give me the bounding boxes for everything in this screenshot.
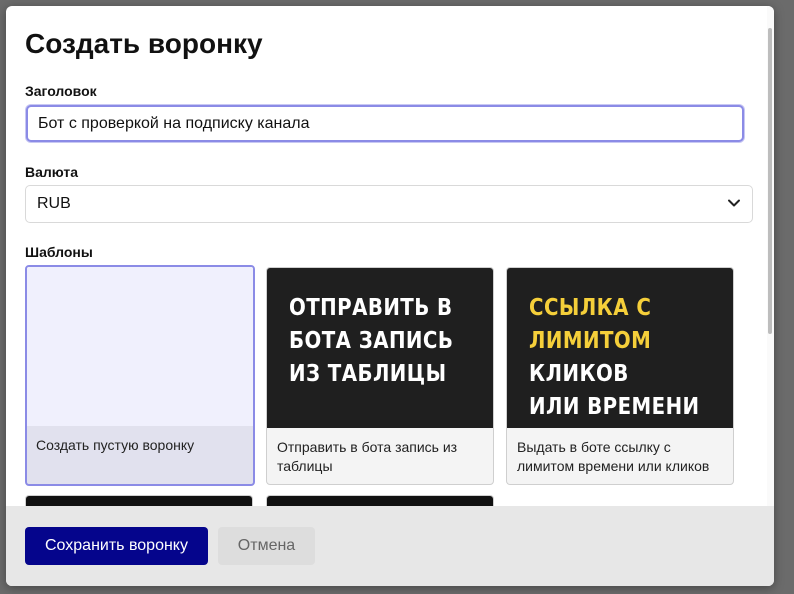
dialog-footer: Сохранить воронку Отмена (6, 506, 774, 586)
thumbnail-text-line: ССЫЛКА С (529, 295, 652, 321)
currency-selected-value: RUB (37, 195, 71, 212)
template-thumbnail: ССЫЛКА С ЛИМИТОМ КЛИКОВ ИЛИ ВРЕМЕНИ (507, 268, 733, 428)
scrollbar-thumb[interactable] (768, 28, 772, 334)
thumbnail-text-line: ИЛИ ВРЕМЕНИ (529, 394, 700, 420)
create-funnel-dialog: Создать воронку Заголовок Валюта RUB Шаб… (6, 6, 774, 586)
thumbnail-text-line: ИЗ ТАБЛИЦЫ (289, 361, 447, 387)
thumbnail-text-line: ЛИМИТОМ (529, 328, 652, 354)
thumbnail-text-line: ОТПРАВИТЬ В (289, 295, 453, 321)
template-caption: Выдать в боте ссылку с лимитом времени и… (517, 439, 710, 474)
title-field-label: Заголовок (25, 83, 97, 99)
templates-label: Шаблоны (25, 244, 93, 260)
template-caption: Отправить в бота запись из таблицы (277, 439, 458, 474)
thumbnail-text-line: БОТА ЗАПИСЬ (289, 328, 454, 354)
title-input[interactable] (26, 105, 744, 142)
dialog-title: Создать воронку (25, 28, 263, 59)
template-caption: Создать пустую воронку (36, 437, 195, 453)
currency-select[interactable]: RUB (25, 185, 753, 223)
thumbnail-text-line: КЛИКОВ (529, 361, 629, 387)
template-card-limited-link[interactable]: ССЫЛКА С ЛИМИТОМ КЛИКОВ ИЛИ ВРЕМЕНИ Выда… (506, 267, 734, 485)
template-card-empty[interactable]: Создать пустую воронку (25, 265, 255, 486)
cancel-button[interactable]: Отмена (218, 527, 315, 565)
template-thumbnail: ОТПРАВИТЬ В БОТА ЗАПИСЬ ИЗ ТАБЛИЦЫ (267, 268, 493, 428)
chevron-down-icon (728, 199, 740, 207)
save-funnel-button[interactable]: Сохранить воронку (25, 527, 208, 565)
currency-field-label: Валюта (25, 164, 79, 180)
template-thumbnail (27, 267, 253, 426)
template-card-table-record[interactable]: ОТПРАВИТЬ В БОТА ЗАПИСЬ ИЗ ТАБЛИЦЫ Отпра… (266, 267, 494, 485)
